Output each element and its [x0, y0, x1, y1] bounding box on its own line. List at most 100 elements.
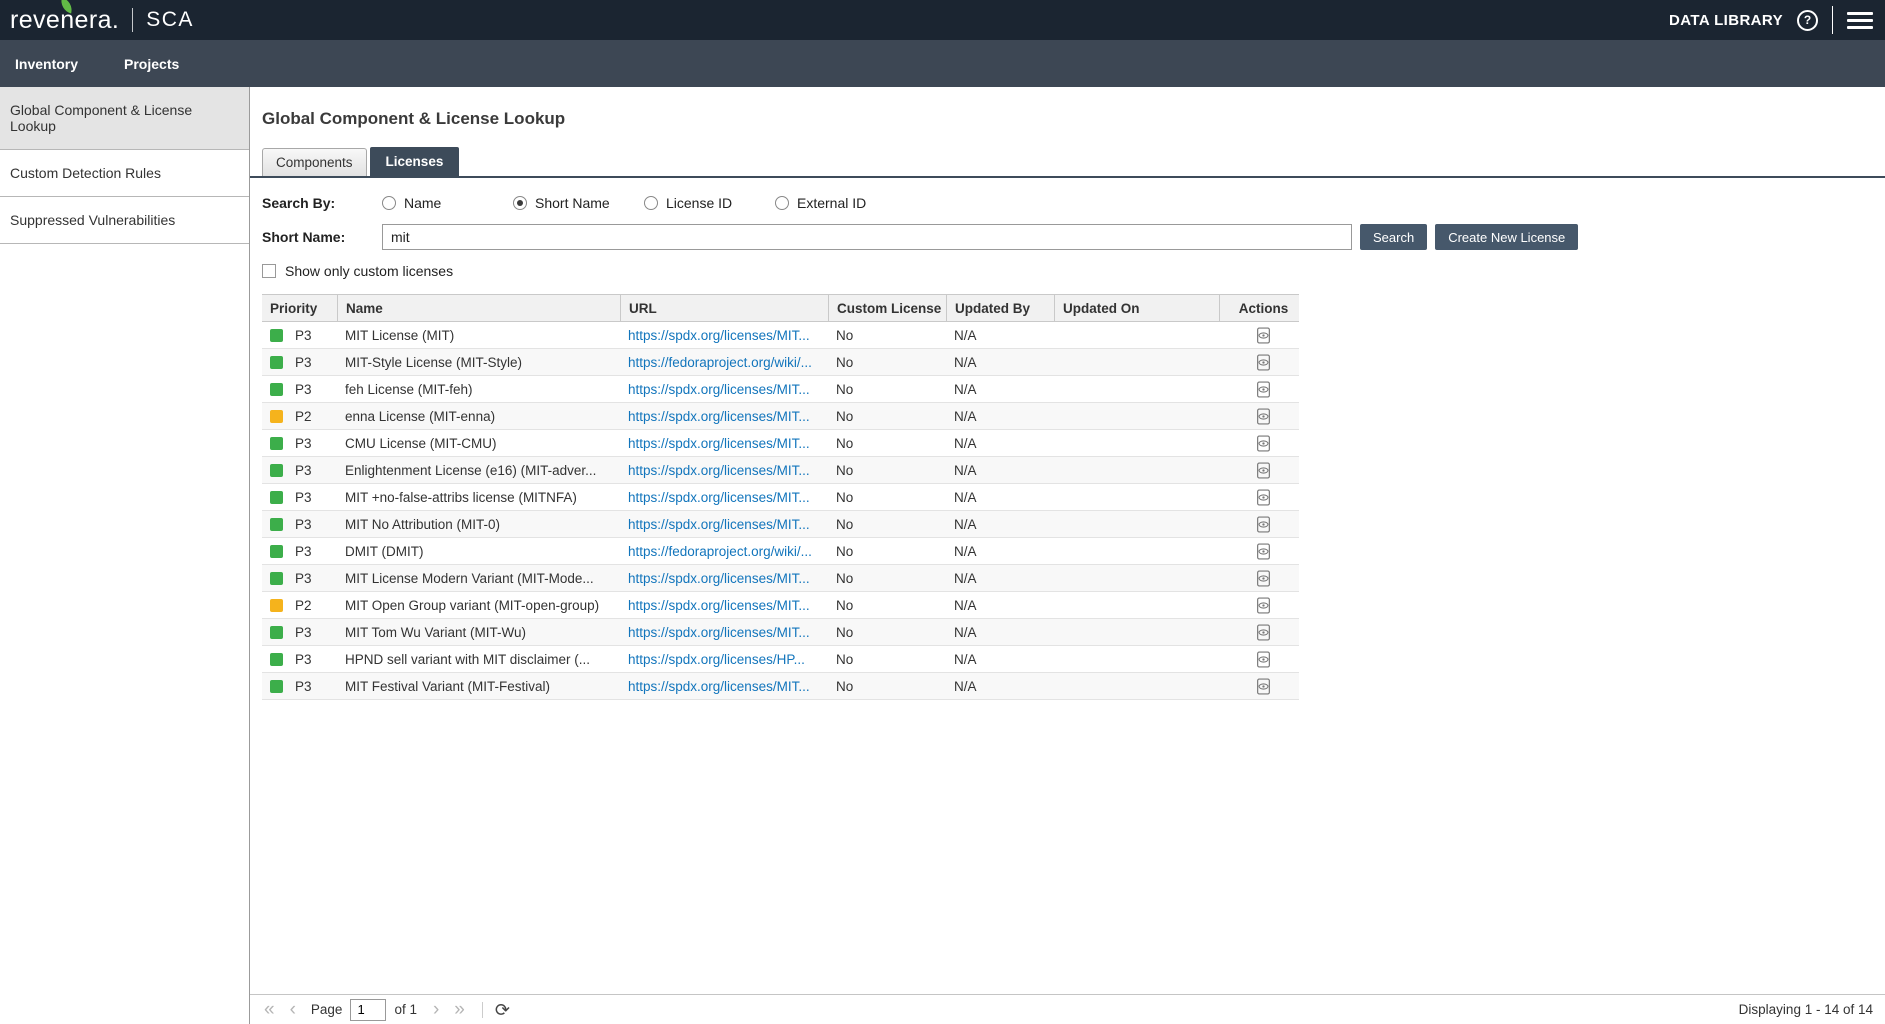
view-license-icon[interactable]	[1255, 327, 1272, 344]
nav-item-projects[interactable]: Projects	[124, 56, 179, 72]
radio-option-external-id[interactable]: External ID	[775, 195, 906, 211]
license-url-link[interactable]: https://spdx.org/licenses/MIT...	[628, 436, 810, 451]
license-url-link[interactable]: https://spdx.org/licenses/MIT...	[628, 625, 810, 640]
first-page-button[interactable]: «	[264, 1000, 275, 1019]
priority-value: P3	[295, 544, 312, 559]
updated-by-value: N/A	[946, 517, 1054, 532]
updated-by-value: N/A	[946, 382, 1054, 397]
search-button[interactable]: Search	[1360, 224, 1427, 250]
column-header-url[interactable]: URL	[620, 295, 828, 321]
license-url-link[interactable]: https://spdx.org/licenses/MIT...	[628, 463, 810, 478]
priority-value: P2	[295, 598, 312, 613]
last-page-button[interactable]: »	[454, 1000, 465, 1019]
column-header-custom-license[interactable]: Custom License	[828, 295, 946, 321]
radio-option-label: External ID	[797, 195, 866, 211]
view-license-icon[interactable]	[1255, 543, 1272, 560]
view-license-icon[interactable]	[1255, 381, 1272, 398]
column-header-updated-by[interactable]: Updated By	[946, 295, 1054, 321]
license-name: MIT Tom Wu Variant (MIT-Wu)	[337, 625, 620, 640]
license-url-link[interactable]: https://spdx.org/licenses/MIT...	[628, 328, 810, 343]
create-new-license-button[interactable]: Create New License	[1435, 224, 1578, 250]
radio-option-short-name[interactable]: Short Name	[513, 195, 644, 211]
view-license-icon[interactable]	[1255, 570, 1272, 587]
license-url-link[interactable]: https://spdx.org/licenses/MIT...	[628, 382, 810, 397]
custom-licenses-filter[interactable]: Show only custom licenses	[262, 263, 1885, 279]
displaying-count: Displaying 1 - 14 of 14	[1739, 1002, 1875, 1017]
custom-license-value: No	[828, 598, 946, 613]
license-url-link[interactable]: https://fedoraproject.org/wiki/...	[628, 544, 812, 559]
priority-value: P3	[295, 652, 312, 667]
pagination-divider	[482, 1002, 483, 1018]
column-header-updated-on[interactable]: Updated On	[1054, 295, 1219, 321]
sidebar-item[interactable]: Global Component & License Lookup	[0, 87, 249, 150]
next-page-button[interactable]: ›	[433, 1000, 439, 1019]
updated-by-value: N/A	[946, 463, 1054, 478]
search-by-options: NameShort NameLicense ID External ID	[382, 195, 906, 211]
column-header-actions[interactable]: Actions	[1219, 295, 1299, 321]
view-license-icon[interactable]	[1255, 624, 1272, 641]
priority-value: P3	[295, 490, 312, 505]
radio-icon[interactable]	[775, 196, 789, 210]
priority-indicator	[270, 410, 283, 423]
data-library-link[interactable]: DATA LIBRARY	[1669, 12, 1783, 29]
view-license-icon[interactable]	[1255, 435, 1272, 452]
refresh-icon[interactable]: ⟳	[495, 1001, 510, 1019]
view-license-icon[interactable]	[1255, 489, 1272, 506]
table-row: P3 MIT Tom Wu Variant (MIT-Wu) https://s…	[262, 619, 1299, 646]
license-url-link[interactable]: https://spdx.org/licenses/MIT...	[628, 598, 810, 613]
hamburger-menu-icon[interactable]	[1847, 12, 1873, 29]
updated-by-value: N/A	[946, 328, 1054, 343]
view-license-icon[interactable]	[1255, 651, 1272, 668]
pagination-bar: « ‹ Page of 1 › » ⟳ Displaying 1 - 14 of…	[250, 994, 1885, 1024]
view-license-icon[interactable]	[1255, 678, 1272, 695]
license-name: MIT License (MIT)	[337, 328, 620, 343]
priority-value: P2	[295, 409, 312, 424]
priority-indicator	[270, 329, 283, 342]
view-license-icon[interactable]	[1255, 354, 1272, 371]
license-url-link[interactable]: https://spdx.org/licenses/MIT...	[628, 679, 810, 694]
license-name: MIT +no-false-attribs license (MITNFA)	[337, 490, 620, 505]
sidebar-item[interactable]: Custom Detection Rules	[0, 150, 249, 197]
table-row: P3 CMU License (MIT-CMU) https://spdx.or…	[262, 430, 1299, 457]
radio-icon[interactable]	[513, 196, 527, 210]
priority-value: P3	[295, 517, 312, 532]
custom-licenses-checkbox-label: Show only custom licenses	[285, 263, 453, 279]
view-license-icon[interactable]	[1255, 462, 1272, 479]
page-number-input[interactable]	[350, 999, 386, 1021]
tab-components[interactable]: Components	[262, 148, 367, 176]
radio-icon[interactable]	[382, 196, 396, 210]
sidebar-item[interactable]: Suppressed Vulnerabilities	[0, 197, 249, 244]
priority-indicator	[270, 383, 283, 396]
license-name: HPND sell variant with MIT disclaimer (.…	[337, 652, 620, 667]
table-row: P3 MIT Festival Variant (MIT-Festival) h…	[262, 673, 1299, 700]
custom-license-value: No	[828, 544, 946, 559]
previous-page-button[interactable]: ‹	[290, 1000, 296, 1019]
radio-icon[interactable]	[644, 196, 658, 210]
license-url-link[interactable]: https://spdx.org/licenses/MIT...	[628, 409, 810, 424]
column-header-priority[interactable]: Priority	[262, 295, 337, 321]
license-url-link[interactable]: https://fedoraproject.org/wiki/...	[628, 355, 812, 370]
table-body: P3 MIT License (MIT) https://spdx.org/li…	[262, 322, 1299, 700]
tab-licenses[interactable]: Licenses	[370, 147, 460, 176]
view-license-icon[interactable]	[1255, 597, 1272, 614]
view-license-icon[interactable]	[1255, 516, 1272, 533]
custom-licenses-checkbox[interactable]	[262, 264, 276, 278]
priority-value: P3	[295, 436, 312, 451]
priority-indicator	[270, 491, 283, 504]
custom-license-value: No	[828, 382, 946, 397]
license-url-link[interactable]: https://spdx.org/licenses/MIT...	[628, 517, 810, 532]
radio-option-name[interactable]: Name	[382, 195, 513, 211]
table-row: P2 MIT Open Group variant (MIT-open-grou…	[262, 592, 1299, 619]
page-of-label: of 1	[394, 1002, 417, 1017]
license-url-link[interactable]: https://spdx.org/licenses/HP...	[628, 652, 805, 667]
radio-option-license-id[interactable]: License ID	[644, 195, 775, 211]
short-name-input[interactable]	[382, 224, 1352, 250]
main-content: Global Component & License Lookup Compon…	[250, 87, 1885, 1024]
license-url-link[interactable]: https://spdx.org/licenses/MIT...	[628, 490, 810, 505]
table-row: P3 MIT-Style License (MIT-Style) https:/…	[262, 349, 1299, 376]
license-url-link[interactable]: https://spdx.org/licenses/MIT...	[628, 571, 810, 586]
help-icon[interactable]: ?	[1797, 10, 1818, 31]
view-license-icon[interactable]	[1255, 408, 1272, 425]
column-header-name[interactable]: Name	[337, 295, 620, 321]
nav-item-inventory[interactable]: Inventory	[15, 56, 78, 72]
